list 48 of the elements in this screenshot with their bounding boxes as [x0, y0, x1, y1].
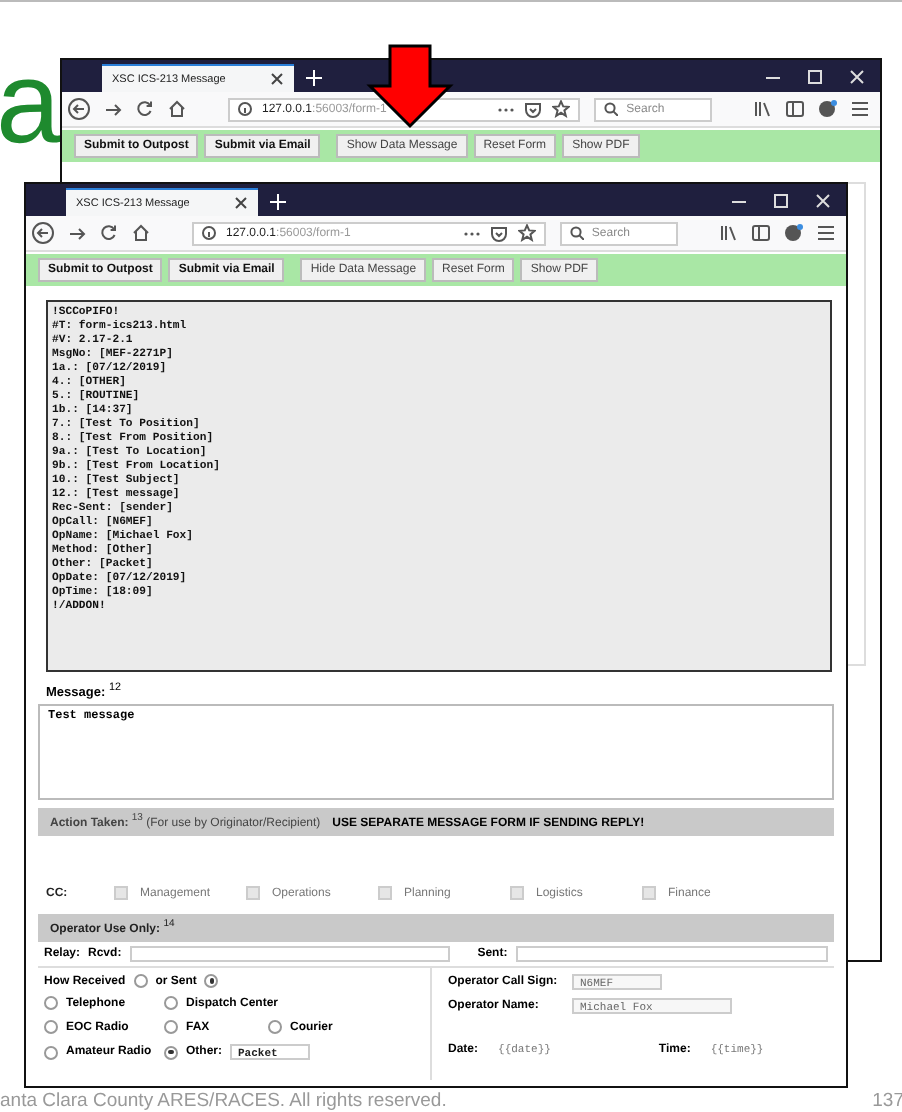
menu-icon[interactable]	[852, 100, 868, 118]
radio-button[interactable]	[268, 1020, 282, 1035]
home-icon[interactable]	[132, 224, 150, 242]
heading-text: a	[0, 38, 61, 170]
close-icon[interactable]	[270, 72, 284, 86]
checkbox[interactable]	[642, 886, 656, 901]
library-icon[interactable]	[720, 224, 738, 242]
checkbox[interactable]	[114, 886, 128, 901]
minimize-icon[interactable]	[766, 71, 780, 83]
forward-arrow-icon[interactable]	[104, 101, 122, 117]
checkbox[interactable]	[246, 886, 260, 901]
radio-button[interactable]	[164, 1020, 178, 1035]
maximize-icon[interactable]	[774, 194, 788, 208]
forward-arrow-icon[interactable]	[68, 225, 86, 241]
sidebar-icon[interactable]	[752, 224, 770, 242]
library-icon[interactable]	[754, 100, 772, 118]
radio-button[interactable]	[133, 974, 148, 989]
search-icon	[569, 226, 584, 240]
checkbox[interactable]	[378, 886, 392, 901]
radio-button[interactable]	[44, 1020, 58, 1035]
back-arrow-icon[interactable]	[32, 222, 54, 244]
sidebar-icon[interactable]	[786, 100, 804, 118]
checkbox[interactable]	[510, 886, 524, 901]
reload-icon[interactable]	[100, 224, 118, 242]
search-icon	[604, 102, 619, 116]
home-icon[interactable]	[168, 100, 186, 118]
account-icon[interactable]	[784, 224, 804, 242]
radio-button[interactable]	[164, 996, 178, 1011]
plus-icon[interactable]	[270, 194, 286, 210]
rcvd-field[interactable]	[129, 946, 450, 963]
radio-button[interactable]	[44, 996, 58, 1011]
more-icon[interactable]	[463, 229, 480, 237]
plus-icon[interactable]	[306, 70, 322, 86]
star-icon[interactable]	[517, 224, 536, 242]
shield-icon[interactable]	[489, 225, 508, 241]
maximize-icon[interactable]	[808, 70, 822, 84]
account-icon[interactable]	[818, 100, 838, 118]
info-icon	[202, 226, 216, 240]
back-arrow-icon[interactable]	[68, 98, 90, 120]
reload-icon[interactable]	[136, 100, 154, 118]
footer-text: anta Clara County ARES/RACES. All rights reserved.	[0, 1090, 447, 1112]
radio-button[interactable]	[44, 1045, 58, 1060]
radio-button[interactable]	[204, 974, 219, 989]
close-icon[interactable]	[234, 196, 248, 210]
minimize-icon[interactable]	[732, 195, 746, 207]
radio-button[interactable]	[164, 1045, 178, 1060]
sent-field[interactable]	[515, 946, 828, 963]
menu-icon[interactable]	[818, 224, 834, 242]
